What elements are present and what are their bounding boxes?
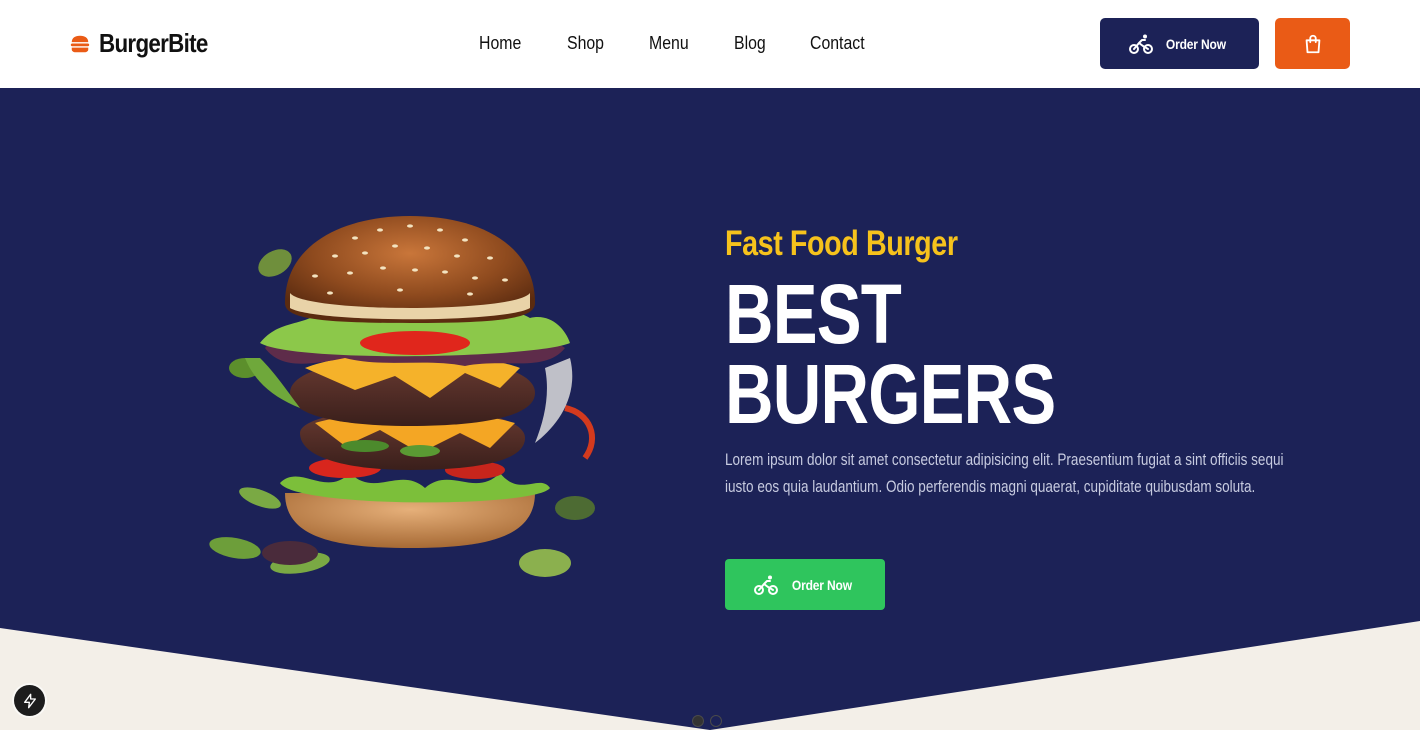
carousel-dot-1[interactable] <box>692 715 704 727</box>
burger-icon <box>70 35 90 52</box>
header-order-now-button[interactable]: Order Now <box>1100 18 1259 69</box>
shopping-bag-icon <box>1305 34 1320 53</box>
hero-subtitle: Fast Food Burger <box>725 224 958 263</box>
brand-logo-link[interactable]: BurgerBite <box>69 28 225 59</box>
burger-image <box>209 216 596 577</box>
hero-title: BEST BURGERS <box>725 267 1173 441</box>
hero-title-line-2: BURGERS <box>725 347 1056 441</box>
bicycle-icon <box>753 575 778 595</box>
hero-order-now-label: Order Now <box>791 576 852 593</box>
carousel-dot-2[interactable] <box>710 715 722 727</box>
lightning-bolt-icon <box>23 693 36 708</box>
bicycle-icon <box>1128 34 1153 54</box>
nav-link-contact[interactable]: Contact <box>810 33 865 54</box>
top-navbar: BurgerBite Home Shop Menu Blog Contact O… <box>0 0 1420 88</box>
hero-section: Fast Food Burger BEST BURGERS Lorem ipsu… <box>0 88 1420 730</box>
dev-tools-badge[interactable] <box>14 685 45 716</box>
header-order-now-label: Order Now <box>1165 35 1226 52</box>
hero-description: Lorem ipsum dolor sit amet consectetur a… <box>725 451 1284 496</box>
nav-link-shop[interactable]: Shop <box>567 33 604 54</box>
nav-link-home[interactable]: Home <box>479 33 521 54</box>
hero-order-now-button[interactable]: Order Now <box>725 559 885 610</box>
nav-link-menu[interactable]: Menu <box>649 33 689 54</box>
brand-name: BurgerBite <box>99 28 208 58</box>
hero-content: Fast Food Burger BEST BURGERS Lorem ipsu… <box>725 224 1285 496</box>
hero-title-line-1: BEST <box>725 267 902 361</box>
carousel-dots <box>692 715 722 727</box>
main-nav: Home Shop Menu Blog Contact <box>479 33 912 54</box>
cart-button[interactable] <box>1275 18 1350 69</box>
nav-link-blog[interactable]: Blog <box>734 33 766 54</box>
